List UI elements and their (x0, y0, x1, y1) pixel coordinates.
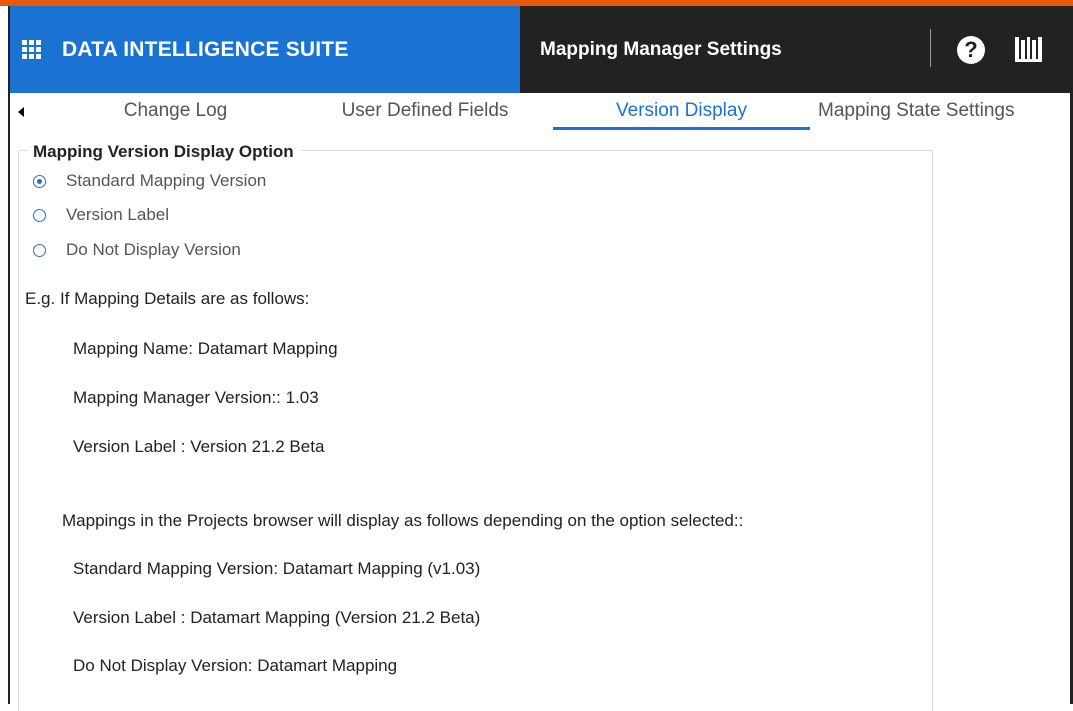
tab-version-display[interactable]: Version Display (553, 93, 810, 130)
radio-button[interactable] (33, 208, 46, 222)
tab-scroll-left-icon[interactable] (18, 107, 24, 117)
help-icon[interactable]: ? (957, 36, 985, 64)
version-display-panel: Mapping Version Display Option Standard … (18, 142, 933, 711)
brand-bar: DATA INTELLIGENCE SUITE (10, 6, 520, 93)
header-divider (930, 29, 931, 67)
library-icon[interactable] (1014, 34, 1044, 64)
app-title: DATA INTELLIGENCE SUITE (62, 37, 349, 61)
radio-button[interactable] (33, 174, 46, 188)
app-header: DATA INTELLIGENCE SUITE Mapping Manager … (10, 6, 1070, 93)
tab-user-defined-fields[interactable]: User Defined Fields (310, 93, 540, 129)
example-intro: E.g. If Mapping Details are as follows: (25, 289, 310, 308)
option-label: Version Label (66, 205, 170, 224)
apps-grid-icon[interactable] (22, 39, 42, 60)
display-example-standard: Standard Mapping Version: Datamart Mappi… (73, 559, 481, 578)
display-intro: Mappings in the Projects browser will di… (62, 511, 744, 530)
tab-mapping-state-settings[interactable]: Mapping State Settings (818, 93, 1070, 129)
header-right: Mapping Manager Settings ? (520, 6, 1070, 93)
detail-version-label: Version Label : Version 21.2 Beta (73, 437, 325, 456)
option-version-label[interactable]: Version Label (33, 205, 169, 225)
option-do-not-display-version[interactable]: Do Not Display Version (33, 240, 241, 260)
radio-button[interactable] (33, 243, 46, 257)
page-title: Mapping Manager Settings (540, 38, 782, 60)
display-example-no-version: Do Not Display Version: Datamart Mapping (73, 656, 398, 675)
settings-tabs: Change Log User Defined Fields Version D… (10, 93, 1070, 130)
detail-manager-version: Mapping Manager Version:: 1.03 (73, 388, 319, 407)
option-standard-mapping-version[interactable]: Standard Mapping Version (33, 171, 266, 191)
display-example-version-label: Version Label : Datamart Mapping (Versio… (73, 608, 481, 627)
option-label: Do Not Display Version (66, 240, 241, 259)
detail-mapping-name: Mapping Name: Datamart Mapping (73, 339, 338, 358)
section-legend: Mapping Version Display Option (29, 142, 302, 162)
option-label: Standard Mapping Version (66, 171, 267, 190)
tab-change-log[interactable]: Change Log (103, 93, 248, 129)
